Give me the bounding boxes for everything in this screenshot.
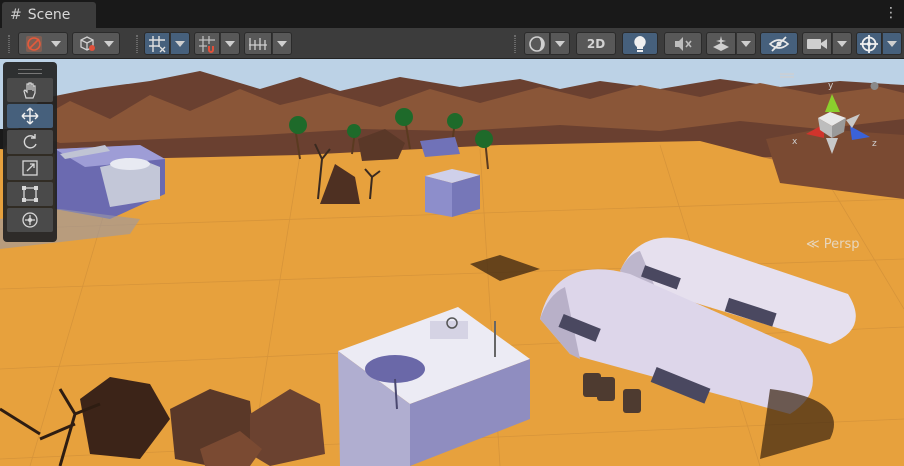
draw-mode-dropdown[interactable] xyxy=(72,32,120,55)
chevron-down-icon xyxy=(555,40,565,47)
effects-icon xyxy=(713,35,729,51)
increment-snap-dropdown[interactable] xyxy=(272,32,292,55)
toolbar-grip[interactable] xyxy=(136,35,138,53)
transform-tool-button[interactable] xyxy=(7,208,53,232)
effects-dropdown[interactable] xyxy=(736,32,756,55)
z-axis-label: z xyxy=(872,139,877,149)
toolbar-grip[interactable] xyxy=(514,35,516,53)
cube-object xyxy=(425,169,480,217)
tools-overlay xyxy=(3,62,57,242)
chevron-down-icon xyxy=(104,40,114,47)
move-tool-button[interactable] xyxy=(7,104,53,128)
projection-label[interactable]: ≪ Persp xyxy=(806,237,860,252)
increment-snap-button[interactable] xyxy=(244,32,272,55)
rect-tool-button[interactable] xyxy=(7,182,53,206)
ruler-icon xyxy=(249,37,267,50)
gizmos-dropdown[interactable] xyxy=(882,32,902,55)
camera-icon xyxy=(807,38,827,49)
projection-arrow-icon: ≪ xyxy=(806,237,824,252)
scene-toolbar: 2D xyxy=(0,28,904,59)
2d-toggle-button[interactable]: 2D xyxy=(576,32,616,55)
camera-settings-button[interactable] xyxy=(802,32,832,55)
tool-handle-dropdown[interactable] xyxy=(18,32,68,55)
chevron-down-icon xyxy=(887,40,897,47)
audio-muted-icon xyxy=(675,36,692,51)
gizmos-icon xyxy=(860,34,878,53)
orientation-gizmo[interactable]: y x z xyxy=(780,62,900,192)
tab-strip: # Scene ⋮ xyxy=(0,0,904,28)
grid-icon xyxy=(149,35,166,52)
chevron-down-icon xyxy=(175,40,185,47)
scene-visibility-button[interactable] xyxy=(760,32,798,55)
rotate-tool-button[interactable] xyxy=(7,130,53,154)
chevron-down-icon xyxy=(277,40,287,47)
chevron-down-icon xyxy=(741,40,751,47)
rect-transform-icon xyxy=(22,186,38,202)
eye-hidden-icon xyxy=(768,35,790,52)
sphere-icon xyxy=(529,35,545,52)
x-axis-label: x xyxy=(792,137,798,147)
chevron-down-icon xyxy=(51,40,61,47)
render-mode-dropdown[interactable] xyxy=(550,32,570,55)
more-options-icon[interactable]: ⋮ xyxy=(884,6,898,20)
y-axis-label: y xyxy=(828,81,834,91)
hash-icon: # xyxy=(10,7,22,23)
toolbar-grip[interactable] xyxy=(8,35,10,53)
rotate-icon xyxy=(23,134,37,149)
hand-tool-button[interactable] xyxy=(7,78,53,102)
pivot-icon xyxy=(26,35,42,52)
snap-options-dropdown[interactable] xyxy=(220,32,240,55)
scale-icon xyxy=(22,160,38,176)
tab-scene-label: Scene xyxy=(27,7,71,23)
cube-icon xyxy=(80,35,95,51)
2d-toggle-label: 2D xyxy=(586,36,606,51)
scene-viewport[interactable]: ≪ Persp xyxy=(0,59,904,466)
overlay-grip[interactable] xyxy=(6,64,54,78)
grid-visibility-button[interactable] xyxy=(144,32,170,55)
scale-tool-button[interactable] xyxy=(7,156,53,180)
hand-icon xyxy=(23,82,36,99)
camera-settings-dropdown[interactable] xyxy=(832,32,852,55)
gizmos-toggle-button[interactable] xyxy=(856,32,882,55)
move-icon xyxy=(21,107,39,125)
chevron-down-icon xyxy=(837,40,847,47)
snap-icon xyxy=(199,35,215,53)
render-mode-button[interactable] xyxy=(524,32,550,55)
grid-options-dropdown[interactable] xyxy=(170,32,190,55)
tab-scene[interactable]: # Scene xyxy=(2,2,96,28)
chevron-down-icon xyxy=(225,40,235,47)
audio-toggle-button[interactable] xyxy=(664,32,702,55)
effects-toggle-button[interactable] xyxy=(706,32,736,55)
axis-gizmo-icon: y x z xyxy=(780,73,879,154)
scene-render[interactable] xyxy=(0,59,904,466)
lightbulb-icon xyxy=(634,35,646,52)
lighting-toggle-button[interactable] xyxy=(622,32,658,55)
grid-snap-button[interactable] xyxy=(194,32,220,55)
transform-icon xyxy=(22,212,38,228)
